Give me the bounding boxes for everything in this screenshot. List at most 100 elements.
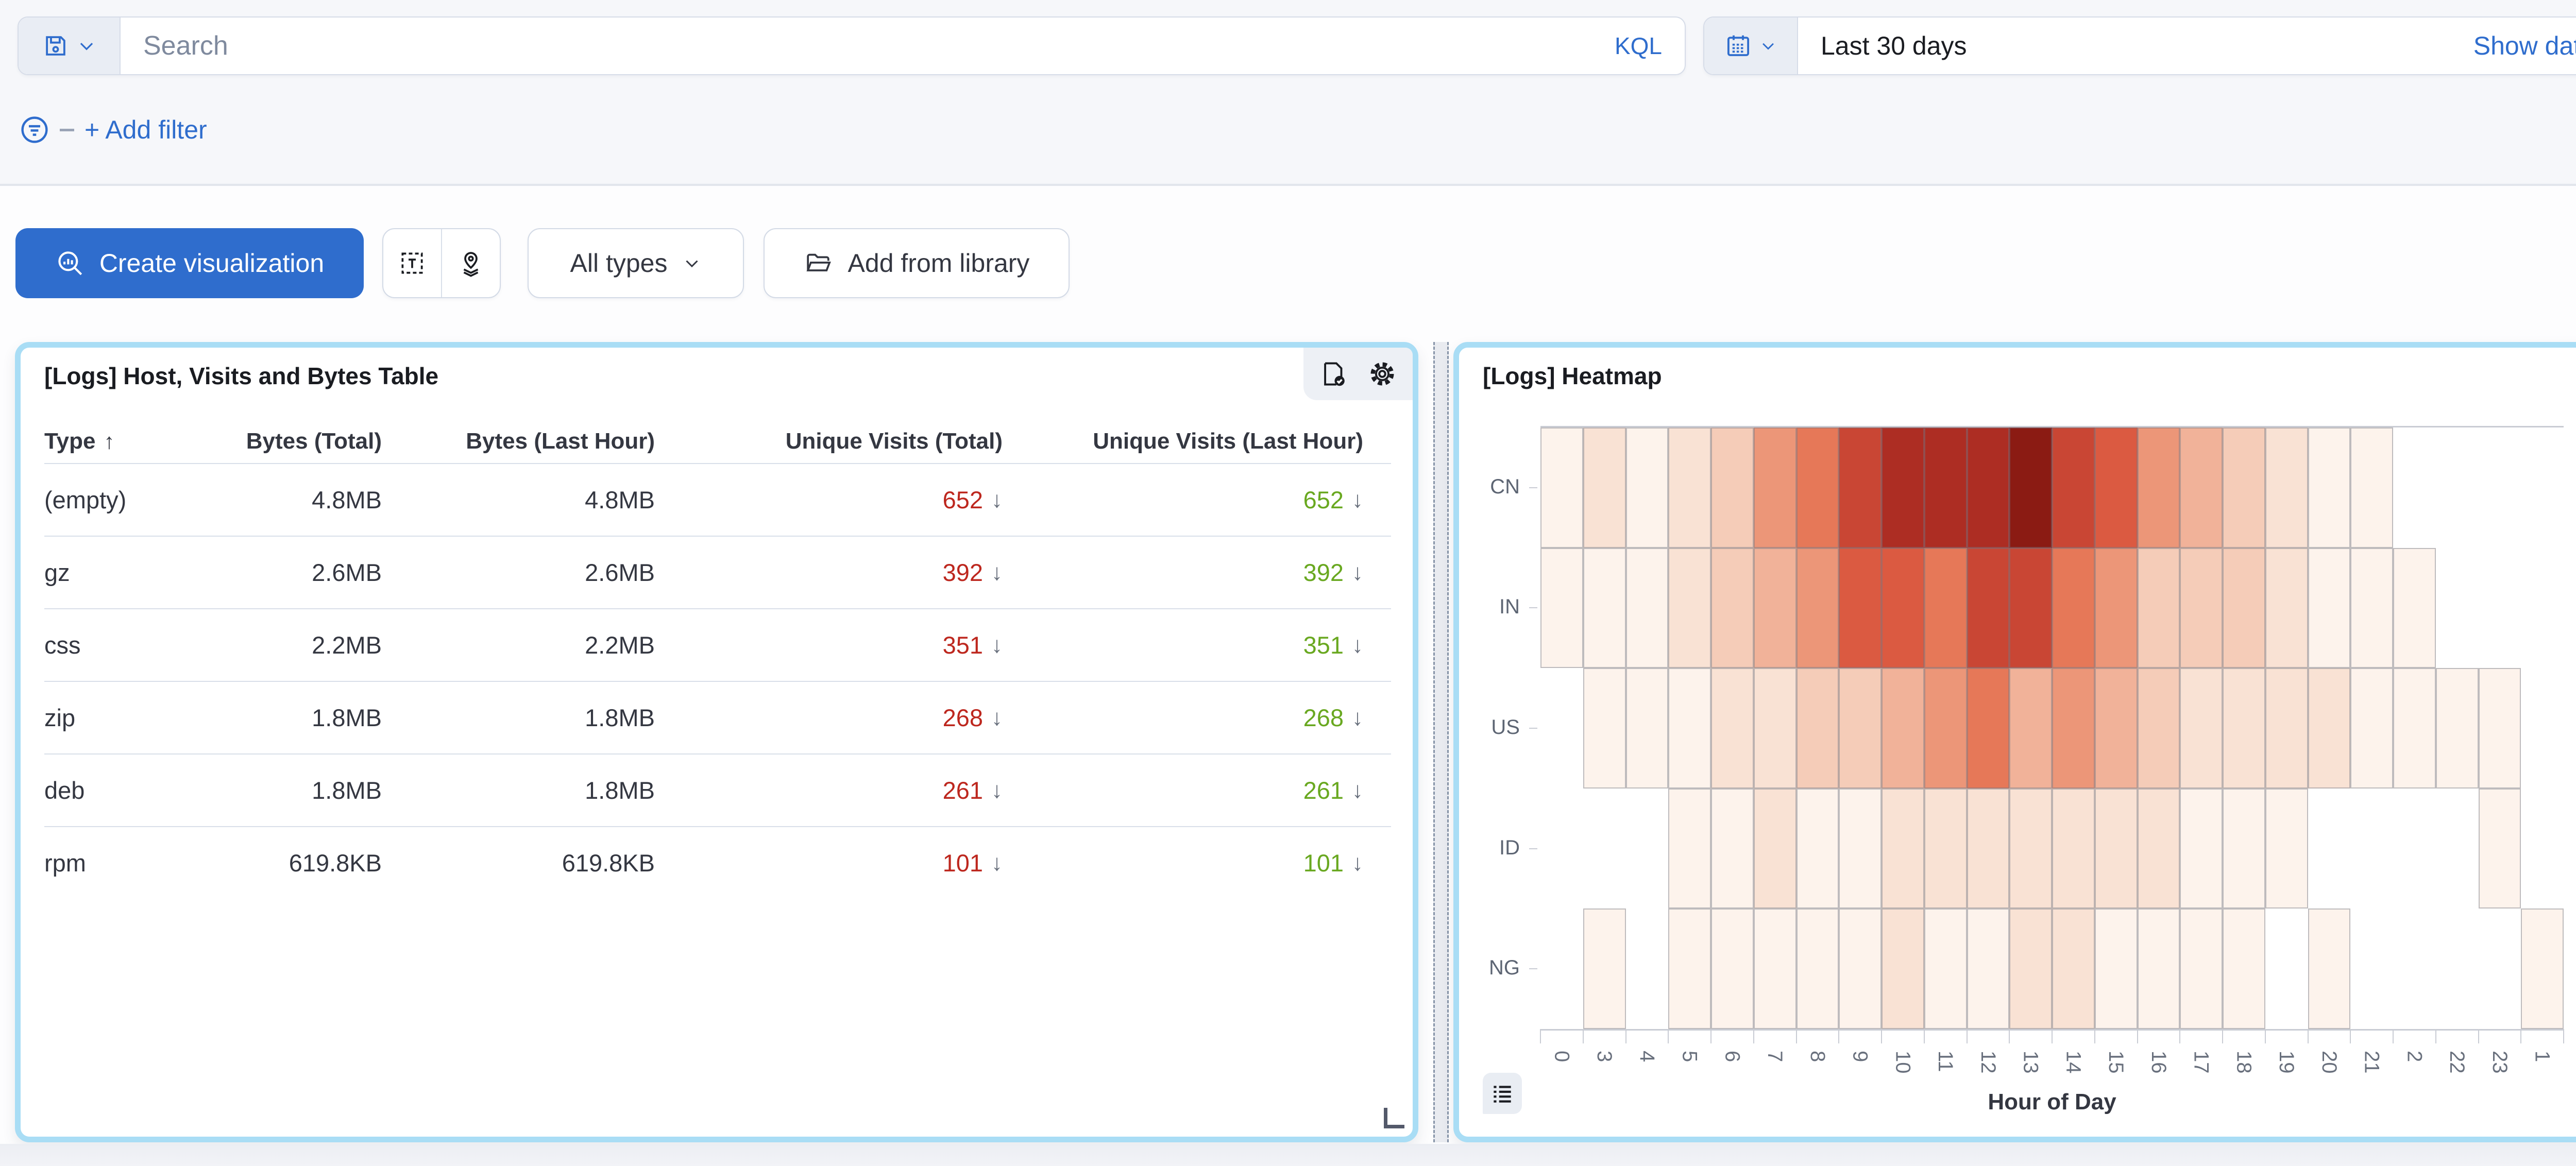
heatmap-cell[interactable]	[1668, 788, 1711, 909]
heatmap-cell[interactable]	[2308, 548, 2351, 668]
heatmap-cell[interactable]	[1797, 668, 1839, 788]
heatmap-cell[interactable]	[2052, 548, 2095, 668]
heatmap-cell[interactable]	[1839, 908, 1882, 1029]
heatmap-cell[interactable]	[2436, 668, 2479, 788]
heatmap-cell[interactable]	[1754, 548, 1797, 668]
heatmap-cell[interactable]	[1754, 427, 1797, 548]
heatmap-cell[interactable]	[2095, 548, 2138, 668]
heatmap-cell[interactable]	[2095, 668, 2138, 788]
all-types-dropdown[interactable]: All types	[528, 228, 744, 298]
heatmap-cell[interactable]	[2009, 548, 2052, 668]
heatmap-cell[interactable]	[2265, 788, 2308, 909]
heatmap-cell[interactable]	[1797, 427, 1839, 548]
heatmap-cell[interactable]	[2009, 668, 2052, 788]
column-header-unique-visits-total[interactable]: Unique Visits (Total)	[655, 428, 1003, 454]
heatmap-cell[interactable]	[2052, 788, 2095, 909]
heatmap-cell[interactable]	[1839, 668, 1882, 788]
kql-badge[interactable]: KQL	[1615, 32, 1662, 60]
heatmap-cell[interactable]	[1924, 548, 1967, 668]
heatmap-cell[interactable]	[1754, 668, 1797, 788]
heatmap-cell[interactable]	[2138, 548, 2180, 668]
heatmap-cell[interactable]	[2180, 427, 2223, 548]
heatmap-cell[interactable]	[1668, 668, 1711, 788]
panel-resize-handle[interactable]	[1384, 1108, 1404, 1128]
heatmap-cell[interactable]	[1668, 548, 1711, 668]
heatmap-cell[interactable]	[2308, 668, 2351, 788]
heatmap-cell[interactable]	[1583, 908, 1626, 1029]
heatmap-cell[interactable]	[2265, 548, 2308, 668]
heatmap-cell[interactable]	[1626, 427, 1669, 548]
heatmap-cell[interactable]	[2095, 908, 2138, 1029]
heatmap-cell[interactable]	[1882, 788, 1924, 909]
heatmap-cell[interactable]	[2308, 908, 2351, 1029]
heatmap-cell[interactable]	[2180, 548, 2223, 668]
heatmap-cell[interactable]	[1967, 548, 2010, 668]
search-input[interactable]: Search KQL	[121, 18, 1685, 74]
panel-gutter[interactable]	[1433, 342, 1449, 1142]
heatmap-cell[interactable]	[2180, 788, 2223, 909]
heatmap-cell[interactable]	[1754, 788, 1797, 909]
copy-to-library-icon[interactable]	[1319, 359, 1349, 389]
heatmap-cell[interactable]	[1882, 548, 1924, 668]
show-dates-button[interactable]: Show dates	[2473, 18, 2576, 74]
heatmap-cell[interactable]	[2479, 668, 2521, 788]
heatmap-cell[interactable]	[1797, 788, 1839, 909]
heatmap-cell[interactable]	[1924, 788, 1967, 909]
heatmap-cell[interactable]	[2393, 548, 2436, 668]
heatmap-cell[interactable]	[2052, 908, 2095, 1029]
column-header-type[interactable]: Type ↑	[44, 428, 214, 454]
heatmap-cell[interactable]	[1839, 548, 1882, 668]
heatmap-cell[interactable]	[1882, 668, 1924, 788]
heatmap-cell[interactable]	[1583, 427, 1626, 548]
heatmap-cell[interactable]	[2223, 788, 2265, 909]
gear-icon[interactable]	[1367, 359, 1397, 389]
column-header-bytes-last-hour[interactable]: Bytes (Last Hour)	[382, 428, 655, 454]
heatmap-cell[interactable]	[2223, 908, 2265, 1029]
add-from-library-button[interactable]: Add from library	[764, 228, 1070, 298]
heatmap-cell[interactable]	[2265, 668, 2308, 788]
heatmap-cell[interactable]	[2350, 668, 2393, 788]
heatmap-cell[interactable]	[2009, 788, 2052, 909]
heatmap-cell[interactable]	[2223, 427, 2265, 548]
heatmap-cell[interactable]	[2350, 427, 2393, 548]
heatmap-cell[interactable]	[1754, 908, 1797, 1029]
heatmap-cell[interactable]	[1583, 668, 1626, 788]
column-header-bytes-total[interactable]: Bytes (Total)	[214, 428, 382, 454]
heatmap-cell[interactable]	[1839, 788, 1882, 909]
heatmap-cell[interactable]	[2052, 427, 2095, 548]
column-header-unique-visits-last-hour[interactable]: Unique Visits (Last Hour)	[1003, 428, 1363, 454]
heatmap-cell[interactable]	[1711, 668, 1754, 788]
heatmap-cell[interactable]	[2095, 427, 2138, 548]
heatmap-cell[interactable]	[1540, 548, 1583, 668]
heatmap-cell[interactable]	[1711, 788, 1754, 909]
heatmap-cell[interactable]	[1967, 908, 2010, 1029]
heatmap-cell[interactable]	[2479, 788, 2521, 909]
heatmap-cell[interactable]	[1839, 427, 1882, 548]
heatmap-cell[interactable]	[2138, 668, 2180, 788]
heatmap-cell[interactable]	[1797, 908, 1839, 1029]
heatmap-cell[interactable]	[1967, 668, 2010, 788]
legend-toggle-button[interactable]	[1483, 1073, 1522, 1114]
heatmap-cell[interactable]	[1924, 668, 1967, 788]
filter-icon[interactable]	[18, 113, 52, 147]
heatmap-cell[interactable]	[1797, 548, 1839, 668]
heatmap-cell[interactable]	[2180, 668, 2223, 788]
heatmap-cell[interactable]	[1583, 548, 1626, 668]
heatmap-cell[interactable]	[1924, 427, 1967, 548]
heatmap-cell[interactable]	[1626, 548, 1669, 668]
heatmap-cell[interactable]	[1668, 427, 1711, 548]
heatmap-cell[interactable]	[2138, 788, 2180, 909]
heatmap-cell[interactable]	[2095, 788, 2138, 909]
heatmap-cell[interactable]	[2521, 908, 2564, 1029]
heatmap-cell[interactable]	[1967, 427, 2010, 548]
heatmap-cell[interactable]	[1924, 908, 1967, 1029]
heatmap-cell[interactable]	[2393, 668, 2436, 788]
saved-query-menu-button[interactable]	[19, 18, 121, 74]
heatmap-cell[interactable]	[2052, 668, 2095, 788]
heatmap-cell[interactable]	[2138, 427, 2180, 548]
heatmap-cell[interactable]	[2350, 548, 2393, 668]
heatmap-cell[interactable]	[1711, 427, 1754, 548]
heatmap-cell[interactable]	[1711, 908, 1754, 1029]
heatmap-cell[interactable]	[2308, 427, 2351, 548]
heatmap-cell[interactable]	[2009, 908, 2052, 1029]
